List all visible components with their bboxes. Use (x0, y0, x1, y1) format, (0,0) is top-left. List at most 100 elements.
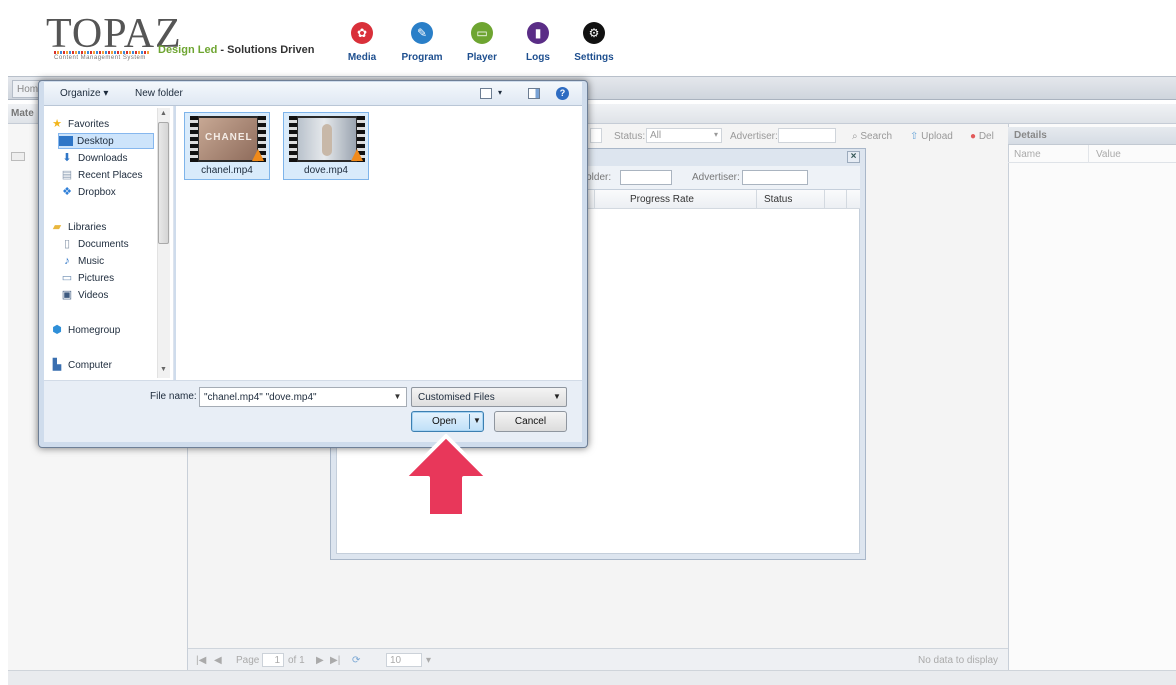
file-item-dove[interactable]: dove.mp4 (283, 112, 369, 180)
pointer-arrow-icon (402, 434, 490, 518)
search-button[interactable]: ⌕ Search (852, 131, 892, 142)
vlc-cone-icon (351, 149, 363, 161)
documents-icon: ▯ (63, 238, 71, 250)
logo-subtext: Content Management System (54, 55, 146, 61)
pager-empty-text: No data to display (918, 655, 999, 666)
nav-pictures[interactable]: ▭ Pictures (60, 270, 114, 286)
last-page-button[interactable]: ▶| (330, 655, 340, 666)
page-size-select[interactable]: 10 (386, 653, 422, 667)
view-options-arrow-icon[interactable]: ▾ (498, 88, 502, 97)
status-filter-select[interactable]: All ▾ (646, 128, 722, 143)
page-size-arrow-icon[interactable]: ▾ (426, 655, 431, 666)
open-options-arrow-icon[interactable]: ▼ (473, 416, 481, 425)
upload-advertiser-input[interactable] (742, 170, 808, 185)
delete-icon: ● (970, 131, 977, 142)
nav-media[interactable]: ✿ Media (336, 22, 388, 72)
page-label: Page (236, 655, 260, 666)
material-panel-title: Mate (11, 108, 34, 119)
file-type-select[interactable]: Customised Files (411, 387, 567, 407)
chevron-down-icon: ▾ (713, 130, 718, 139)
upload-button[interactable]: ⇧ Upload (910, 131, 953, 142)
scroll-up-icon[interactable]: ▲ (158, 110, 169, 120)
help-icon[interactable]: ? (556, 87, 569, 100)
open-button-divider (469, 414, 470, 429)
upload-col-progress[interactable]: Progress Rate (630, 194, 694, 205)
page-count: of 1 (288, 655, 305, 666)
preview-pane-icon[interactable] (528, 88, 540, 99)
file-name: chanel.mp4 (201, 165, 253, 176)
tree-expand-icon[interactable] (11, 152, 25, 161)
tagline: Design Led - Solutions Driven (158, 44, 314, 56)
file-item-chanel[interactable]: CHANEL chanel.mp4 (184, 112, 270, 180)
tagline-rest: - Solutions Driven (217, 44, 315, 56)
chevron-down-icon[interactable]: ▼ (390, 388, 405, 406)
nav-program[interactable]: ✎ Program (396, 22, 448, 72)
details-columns: Name Value (1008, 145, 1176, 163)
nav-scrollbar-thumb[interactable] (158, 122, 169, 244)
close-icon[interactable]: × (847, 151, 860, 163)
chevron-down-icon: ▼ (553, 392, 561, 401)
nav-desktop[interactable]: Desktop (58, 133, 154, 149)
video-thumbnail-icon (289, 116, 365, 162)
nav-downloads[interactable]: ⬇ Downloads (60, 150, 127, 166)
nav-favorites-label: Favorites (68, 118, 110, 130)
view-options-icon[interactable] (480, 88, 492, 99)
nav-player[interactable]: ▭ Player (456, 22, 508, 72)
video-thumbnail-icon: CHANEL (190, 116, 266, 162)
nav-homegroup[interactable]: ⬢ Homegroup (50, 322, 120, 338)
cancel-button[interactable]: Cancel (494, 411, 567, 432)
logo-dot-strip (54, 51, 149, 54)
nav-computer[interactable]: ▙ Computer (50, 357, 112, 373)
nav-videos[interactable]: ▣ Videos (60, 287, 109, 303)
details-col-value: Value (1096, 149, 1121, 160)
folder-filter-input[interactable] (590, 128, 602, 143)
page-size-value: 10 (390, 655, 402, 666)
details-col-name: Name (1014, 149, 1041, 160)
nav-recent-places[interactable]: ▤ Recent Places (60, 167, 143, 183)
page-input[interactable]: 1 (262, 653, 284, 667)
organize-button[interactable]: Organize ▾ (60, 88, 108, 99)
refresh-icon[interactable]: ⟳ (352, 655, 360, 666)
pictures-icon: ▭ (61, 272, 73, 284)
delete-button-label: Del (978, 131, 994, 142)
videos-icon: ▣ (61, 289, 73, 301)
details-panel (1008, 124, 1176, 670)
recent-places-icon: ▤ (61, 169, 73, 181)
nav-settings[interactable]: ⚙ Settings (568, 22, 620, 72)
first-page-button[interactable]: |◀ (196, 655, 206, 666)
advertiser-filter-input[interactable] (778, 128, 836, 143)
nav-libraries-label: Libraries (68, 221, 107, 233)
upload-folder-input[interactable] (620, 170, 672, 185)
tagline-highlight: Design Led (158, 44, 218, 56)
nav-libraries[interactable]: ▰ Libraries (50, 219, 107, 235)
nav-dropbox[interactable]: ❖ Dropbox (60, 184, 116, 200)
nav-logs[interactable]: ▮ Logs (512, 22, 564, 72)
film-strip-icon (190, 116, 198, 162)
nav-music[interactable]: ♪ Music (60, 253, 104, 269)
pager-bar: |◀ ◀ Page 1 of 1 ▶ ▶| ⟳ 10 ▾ No data to … (188, 648, 1008, 670)
next-page-button[interactable]: ▶ (316, 655, 324, 666)
upload-col-divider (846, 190, 847, 209)
prev-page-button[interactable]: ◀ (214, 655, 222, 666)
file-name-input[interactable]: "chanel.mp4" "dove.mp4" (199, 387, 407, 407)
nav-settings-label: Settings (574, 52, 614, 63)
player-icon: ▭ (471, 22, 493, 44)
nav-favorites[interactable]: ★ Favorites (50, 116, 109, 132)
topaz-logo[interactable]: TOPAZ Content Management System Design L… (40, 13, 314, 66)
scroll-down-icon[interactable]: ▼ (158, 366, 169, 376)
nav-program-label: Program (401, 52, 443, 63)
open-button[interactable]: Open ▼ (411, 411, 484, 432)
search-icon: ⌕ (852, 131, 858, 142)
status-bar (8, 670, 1176, 685)
nav-documents-label: Documents (78, 238, 129, 250)
upload-col-status[interactable]: Status (764, 194, 792, 205)
nav-homegroup-label: Homegroup (68, 324, 121, 336)
downloads-icon: ⬇ (62, 152, 72, 164)
delete-button[interactable]: ● Del (970, 131, 994, 142)
libraries-icon: ▰ (52, 221, 62, 233)
new-folder-button[interactable]: New folder (135, 88, 183, 99)
status-filter-label: Status: (614, 131, 646, 142)
nav-documents[interactable]: ▯ Documents (60, 236, 129, 252)
nav-dropbox-label: Dropbox (78, 186, 116, 198)
homegroup-icon: ⬢ (52, 324, 62, 336)
